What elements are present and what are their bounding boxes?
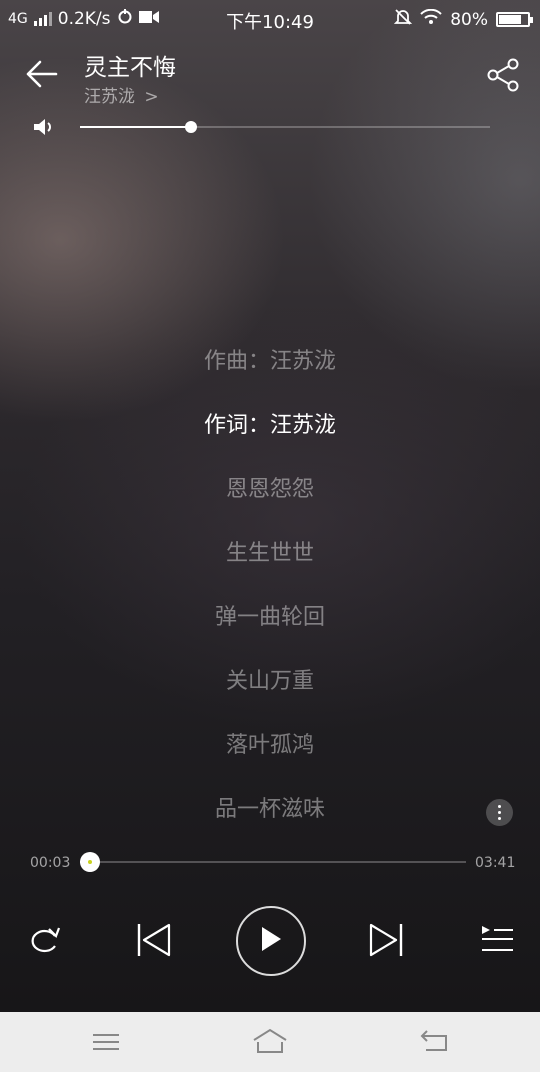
system-nav-bar <box>0 1012 540 1072</box>
chevron-right-icon: > <box>144 87 159 107</box>
previous-button[interactable] <box>136 922 172 962</box>
home-icon <box>253 1028 287 1053</box>
artist-link[interactable]: 汪苏泷 > <box>84 82 159 107</box>
playlist-button[interactable] <box>480 924 514 958</box>
speaker-icon <box>33 117 55 137</box>
artist-name: 汪苏泷 <box>84 87 135 107</box>
skip-previous-icon <box>137 923 171 957</box>
seek-bar[interactable] <box>80 852 466 872</box>
back-button[interactable] <box>24 58 60 90</box>
more-options-button[interactable] <box>486 799 513 826</box>
volume-knob[interactable] <box>185 121 197 133</box>
elapsed-time: 00:03 <box>30 855 71 871</box>
home-nav-button[interactable] <box>250 1026 290 1058</box>
lyric-line: 落叶孤鸿 <box>225 733 314 758</box>
repeat-button[interactable] <box>25 924 61 960</box>
skip-next-icon <box>369 923 403 957</box>
play-icon <box>262 927 281 951</box>
lyric-line: 弹一曲轮回 <box>214 605 325 630</box>
lyric-line: 品一杯滋味 <box>214 797 325 822</box>
seek-knob[interactable] <box>80 852 100 872</box>
play-button[interactable] <box>236 906 306 976</box>
status-bar: 4G 0.2K/s 下午10:49 80% <box>0 0 540 36</box>
volume-slider[interactable] <box>80 121 490 133</box>
share-icon <box>487 58 519 92</box>
return-icon <box>420 1030 447 1051</box>
mute-notification-icon <box>394 8 413 31</box>
battery-icon <box>496 12 533 27</box>
lyric-line: 关山万重 <box>225 669 314 694</box>
lyrics-panel: 作曲：汪苏泷 作词：汪苏泷 恩恩怨怨生生世世弹一曲轮回关山万重落叶孤鸿品一杯滋味 <box>0 340 540 852</box>
song-title: 灵主不悔 <box>84 55 176 81</box>
lyric-line: 恩恩怨怨 <box>225 477 314 502</box>
lyric-line: 作曲：汪苏泷 <box>203 349 336 374</box>
repeat-icon <box>31 927 61 953</box>
battery-percent: 80% <box>450 9 488 30</box>
menu-icon <box>93 1034 119 1050</box>
menu-nav-button[interactable] <box>86 1026 126 1058</box>
wifi-icon <box>420 8 442 30</box>
lyric-line: 生生世世 <box>225 541 314 566</box>
total-time: 03:41 <box>475 855 516 871</box>
volume-fill <box>80 126 191 128</box>
lyric-line-active: 作词：汪苏泷 <box>203 413 336 438</box>
back-nav-button[interactable] <box>414 1026 454 1058</box>
arrow-left-icon <box>26 60 58 88</box>
next-button[interactable] <box>368 922 404 962</box>
share-button[interactable] <box>486 58 522 92</box>
playlist-icon <box>482 926 513 951</box>
